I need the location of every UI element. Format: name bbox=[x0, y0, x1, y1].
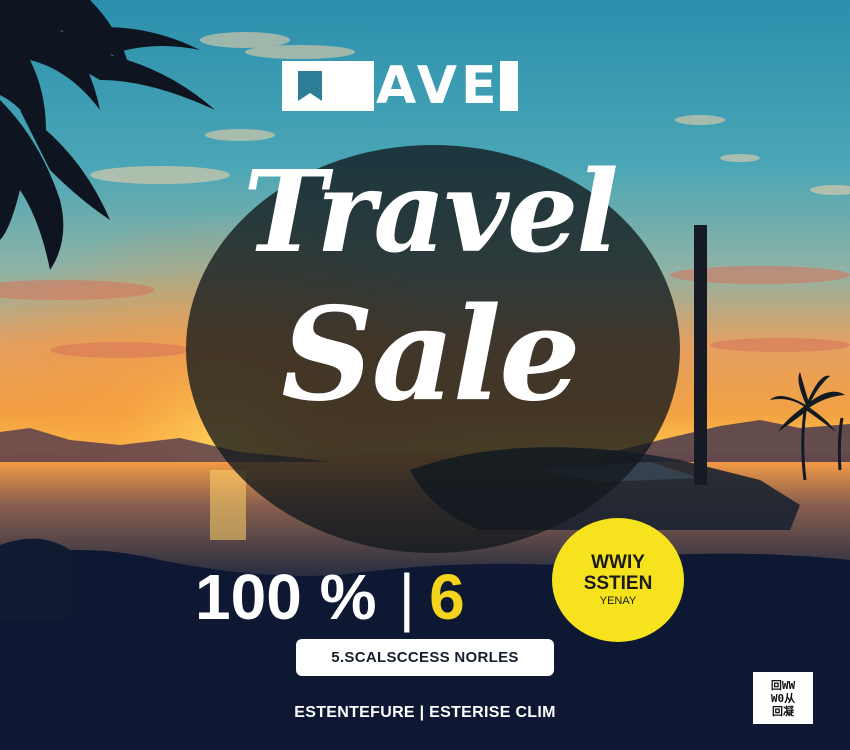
qr-code-pattern: 回WW W0从 回凝 bbox=[753, 672, 813, 724]
qr-line: 回凝 bbox=[772, 704, 794, 718]
qr-code[interactable]: 回WW W0从 回凝 bbox=[753, 672, 813, 724]
deal-number: 6 bbox=[429, 561, 465, 633]
badge-line-2: SSTIEN bbox=[583, 573, 653, 594]
cta-button[interactable]: 5.SCALSCCESS NORLES bbox=[296, 639, 554, 676]
brand-name: AVE bbox=[376, 56, 501, 116]
travel-sale-poster: AVE Travel Sale 100 % | 6 WWIY SSTIEN YE… bbox=[0, 0, 850, 750]
badge-line-1: WWIY bbox=[591, 552, 645, 573]
deal-separator: | bbox=[398, 561, 416, 633]
qr-line: 回WW bbox=[770, 678, 796, 692]
headline-sale: Sale bbox=[281, 280, 580, 430]
deal-row: 100 % | 6 bbox=[195, 562, 465, 632]
qr-line: W0从 bbox=[770, 691, 796, 705]
promo-badge: WWIY SSTIEN YENAY bbox=[552, 518, 684, 642]
badge-line-3: YENAY bbox=[599, 595, 637, 607]
bookmark-flag-icon bbox=[282, 61, 374, 111]
deal-percent: 100 % bbox=[195, 561, 377, 633]
brand-logo: AVE bbox=[282, 56, 519, 116]
headline-travel: Travel bbox=[243, 147, 619, 278]
brand-logo-bar bbox=[500, 61, 519, 111]
footer-text: ESTENTEFURE | ESTERISE CLIM bbox=[294, 704, 556, 721]
